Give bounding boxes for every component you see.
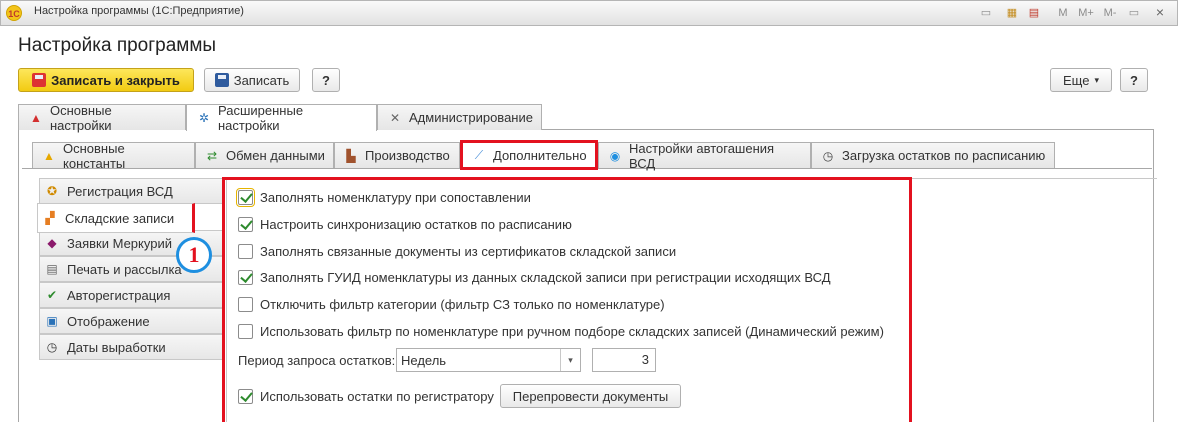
tools-icon: ✕ bbox=[389, 110, 401, 125]
list-item-display[interactable]: ▣ Отображение bbox=[39, 308, 223, 334]
printer-icon: ▤ bbox=[46, 262, 58, 276]
help-button[interactable]: ? bbox=[312, 68, 340, 92]
tab-advanced-settings[interactable]: ✲ Расширенные настройки bbox=[186, 103, 377, 133]
page-icon[interactable]: ▭ bbox=[978, 5, 994, 21]
tab-label: Обмен данными bbox=[226, 148, 325, 163]
list-item-label: Отображение bbox=[67, 313, 150, 329]
exchange-icon: ⇄ bbox=[206, 148, 218, 163]
annotation-badge: 1 bbox=[176, 237, 212, 273]
settings-icon: ✲ bbox=[198, 111, 210, 125]
box-icon: ◆ bbox=[47, 236, 57, 250]
memory-m-button[interactable]: M bbox=[1055, 5, 1071, 21]
warning-icon: ▲ bbox=[30, 110, 42, 125]
save-label: Записать bbox=[233, 72, 290, 88]
window-menu-icon[interactable]: ▭ bbox=[1126, 5, 1142, 21]
calculator-icon[interactable]: ▦ bbox=[1004, 5, 1020, 21]
tab-data-exchange[interactable]: ⇄ Обмен данными bbox=[195, 142, 334, 168]
help-button-2[interactable]: ? bbox=[1120, 68, 1148, 92]
clock-icon: ◷ bbox=[822, 148, 834, 163]
calendar-icon[interactable]: ▤ bbox=[1026, 5, 1042, 21]
list-item-label: Заявки Меркурий bbox=[67, 235, 172, 251]
clock-icon: ◷ bbox=[46, 340, 58, 354]
chevron-down-icon: ▾ bbox=[1094, 74, 1099, 85]
list-item-production-dates[interactable]: ◷ Даты выработки bbox=[39, 334, 223, 360]
save-and-close-button[interactable]: Записать и закрыть bbox=[18, 68, 194, 92]
display-icon: ▣ bbox=[46, 314, 58, 328]
tab-label: Расширенные настройки bbox=[218, 103, 304, 133]
certificate-icon: ✪ bbox=[46, 184, 58, 198]
tab-administration[interactable]: ✕ Администрирование bbox=[377, 104, 542, 130]
tab-main-settings[interactable]: ▲ Основные настройки bbox=[18, 102, 186, 133]
auto-icon: ◉ bbox=[609, 148, 621, 163]
list-item-label: Авторегистрация bbox=[67, 287, 171, 303]
syringe-icon: ⟋ bbox=[474, 147, 484, 162]
list-item-vsd-registration[interactable]: ✪ Регистрация ВСД bbox=[39, 178, 223, 204]
check-icon: ✔ bbox=[46, 288, 58, 302]
highlight-frame bbox=[222, 177, 912, 422]
save-and-close-label: Записать и закрыть bbox=[51, 72, 180, 88]
tab-label: Производство bbox=[365, 148, 450, 163]
list-item-label: Регистрация ВСД bbox=[67, 183, 173, 199]
list-item-label: Складские записи bbox=[65, 210, 175, 226]
tab-label: Настройки автогашения ВСД bbox=[629, 140, 775, 171]
tab-basic-constants[interactable]: ▲ Основные константы bbox=[32, 140, 195, 171]
tab-label: Загрузка остатков по расписанию bbox=[842, 148, 1046, 163]
tab-label: Основные настройки bbox=[50, 102, 112, 133]
tab-label: Дополнительно bbox=[493, 147, 587, 163]
save-button[interactable]: Записать bbox=[204, 68, 300, 92]
list-item-label: Даты выработки bbox=[67, 339, 166, 355]
more-label: Еще bbox=[1063, 72, 1090, 88]
window-title: Настройка программы (1С:Предприятие) bbox=[34, 5, 244, 17]
more-button[interactable]: Еще ▾ bbox=[1050, 68, 1112, 92]
tab-additional[interactable]: ⟋ Дополнительно bbox=[460, 140, 598, 170]
tab-scheduled-stock-load[interactable]: ◷ Загрузка остатков по расписанию bbox=[811, 142, 1055, 168]
tab-label: Администрирование bbox=[409, 110, 533, 125]
list-item-auto-registration[interactable]: ✔ Авторегистрация bbox=[39, 282, 223, 308]
tab-production[interactable]: ▙ Производство bbox=[334, 142, 460, 168]
list-item-label: Печать и рассылка bbox=[67, 261, 182, 277]
tab-label: Основные константы bbox=[63, 140, 126, 171]
blocks-icon: ▞ bbox=[45, 211, 55, 225]
memory-minus-button[interactable]: M- bbox=[1100, 5, 1120, 21]
page-title: Настройка программы bbox=[18, 35, 217, 56]
memory-plus-button[interactable]: M+ bbox=[1076, 5, 1096, 21]
warning-icon: ▲ bbox=[43, 148, 55, 163]
factory-icon: ▙ bbox=[346, 148, 356, 163]
app-logo-icon: 1С bbox=[6, 5, 22, 21]
save-icon bbox=[214, 73, 229, 87]
save-icon bbox=[32, 73, 47, 87]
tab-auto-cancel-settings[interactable]: ◉ Настройки автогашения ВСД bbox=[598, 140, 811, 171]
list-item-warehouse-records[interactable]: ▞ Складские записи bbox=[37, 203, 195, 233]
close-icon[interactable]: × bbox=[1152, 4, 1168, 20]
